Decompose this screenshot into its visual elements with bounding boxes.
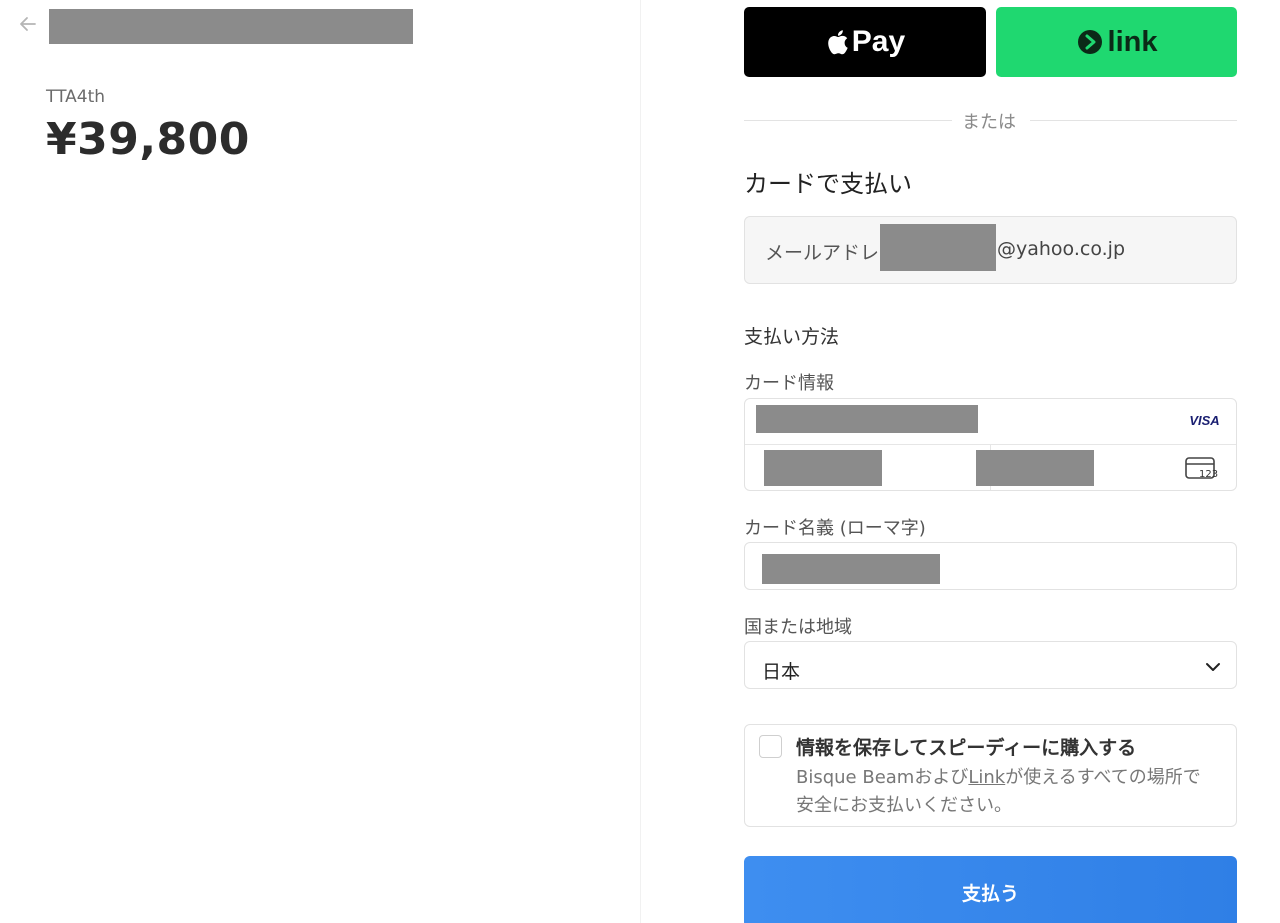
- cardholder-label: カード名義 (ローマ字): [744, 518, 926, 539]
- email-prefix-text: メールアドレ: [765, 242, 880, 264]
- save-info-checkbox[interactable]: [759, 735, 782, 758]
- product-name: TTA4th: [46, 87, 106, 107]
- visa-icon: VISA: [1189, 413, 1220, 428]
- card-payment-title: カードで支払い: [744, 170, 912, 198]
- country-select[interactable]: [744, 641, 1237, 689]
- save-info-title: 情報を保存してスピーディーに購入する: [796, 737, 1137, 759]
- or-divider-left: [744, 120, 952, 121]
- card-info-label: カード情報: [744, 373, 834, 394]
- country-label: 国または地域: [744, 617, 852, 638]
- redacted-email: [880, 224, 996, 271]
- link-pay-label: link: [1107, 25, 1158, 58]
- card-number-input[interactable]: [756, 405, 978, 433]
- apple-logo-icon: [828, 30, 848, 55]
- link-logo-icon: [1077, 30, 1102, 54]
- email-suffix-text: @yahoo.co.jp: [997, 238, 1125, 260]
- card-expiry-input[interactable]: [764, 450, 882, 486]
- redacted-merchant-name: [49, 9, 413, 44]
- country-select-value: 日本: [762, 661, 801, 683]
- arrow-left-icon[interactable]: [16, 12, 40, 36]
- product-price: ¥39,800: [46, 114, 250, 165]
- pay-button[interactable]: 支払う: [744, 856, 1237, 923]
- or-divider-text: または: [962, 112, 1016, 133]
- apple-pay-button[interactable]: Pay: [744, 7, 986, 77]
- redacted-cardholder-name: [762, 554, 940, 584]
- save-info-description: Bisque BeamおよびLinkが使えるすべての場所で安全にお支払いください…: [796, 764, 1216, 820]
- save-info-link[interactable]: Link: [968, 767, 1005, 788]
- apple-pay-label: Pay: [851, 25, 906, 58]
- card-cvc-input[interactable]: [976, 450, 1094, 486]
- payment-method-title: 支払い方法: [744, 326, 840, 348]
- cvc-icon-text: 123: [1199, 469, 1219, 480]
- link-pay-button[interactable]: link: [996, 7, 1237, 77]
- or-divider-right: [1030, 120, 1237, 121]
- save-info-desc-before: Bisque Beamおよび: [796, 767, 969, 788]
- chevron-down-icon: [1206, 663, 1220, 671]
